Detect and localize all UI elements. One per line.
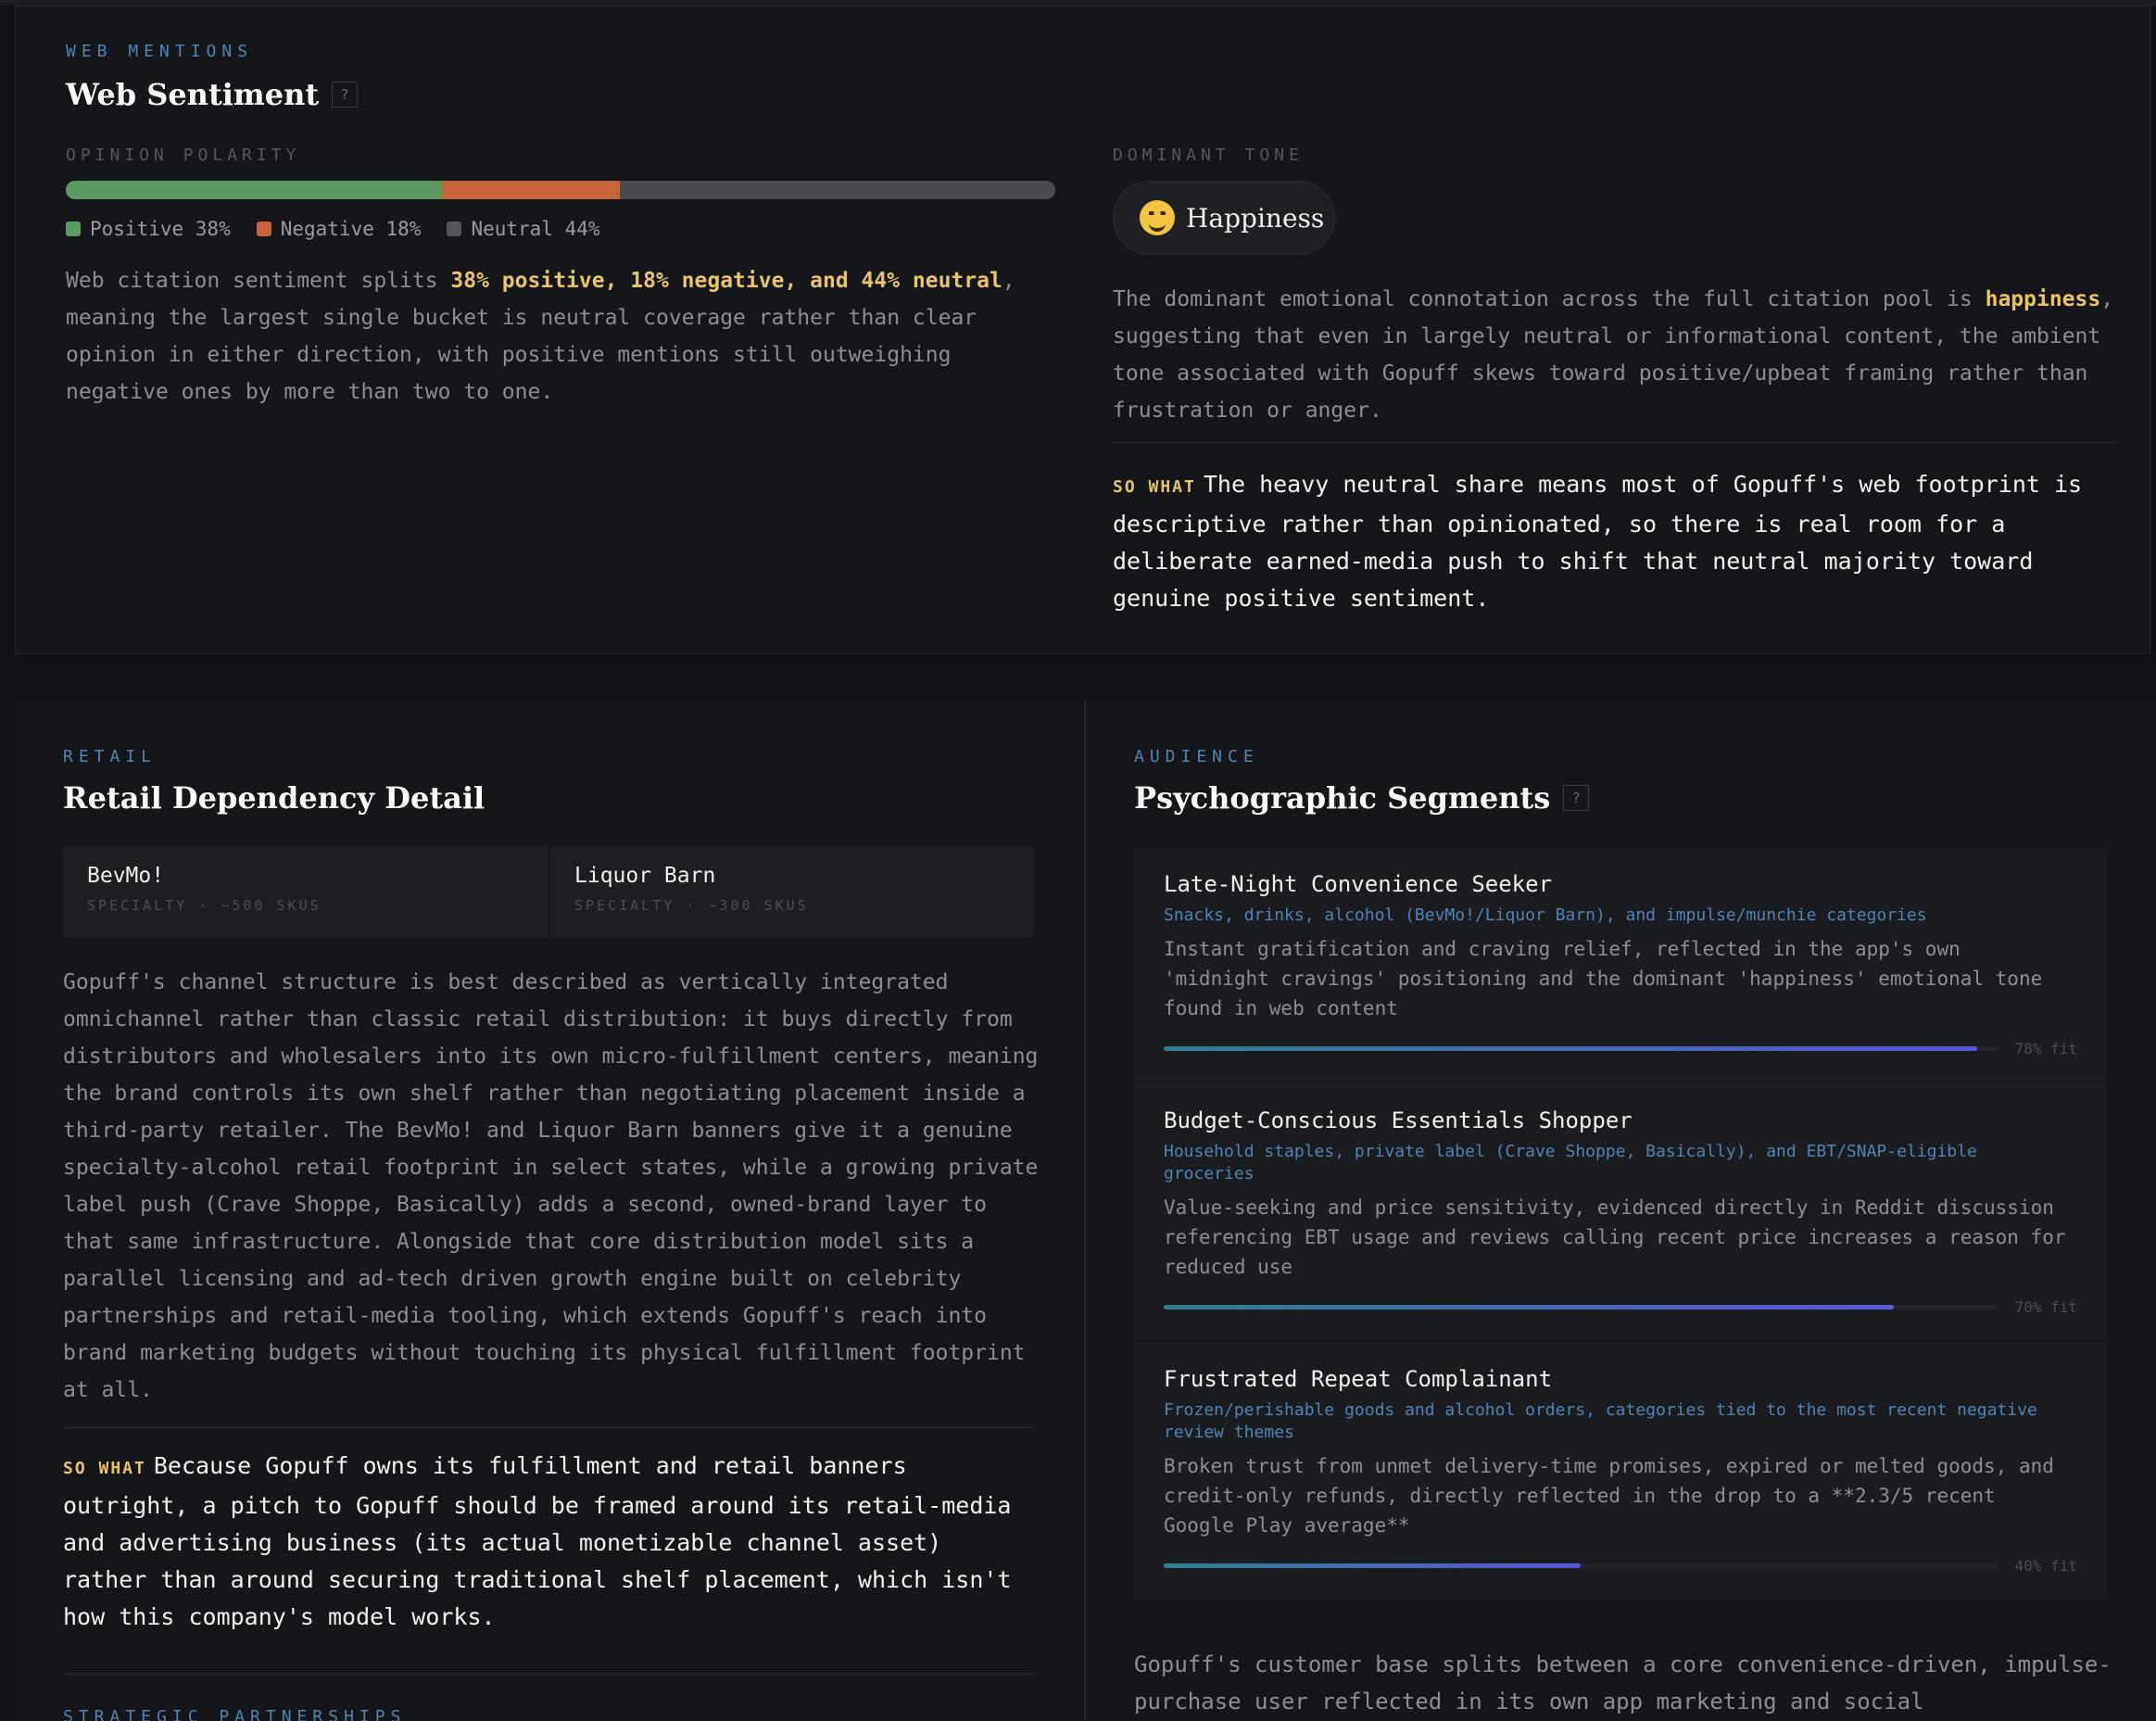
fit-row: 78% fit — [1164, 1040, 2077, 1057]
section-eyebrow: RETAIL — [63, 747, 158, 766]
summary-text-pre: Web citation sentiment splits — [66, 269, 451, 293]
segment-card: Frustrated Repeat Complainant Frozen/peri… — [1134, 1342, 2107, 1601]
fit-bar — [1164, 1305, 1998, 1310]
polarity-legend: Positive 38% Negative 18% Neutral 44% — [66, 218, 600, 240]
retail-dependency-card: RETAIL Retail Dependency Detail BevMo! S… — [15, 701, 1083, 1721]
section-eyebrow: AUDIENCE — [1134, 747, 1259, 766]
segment-categories: Snacks, drinks, alcohol (BevMo!/Liquor B… — [1164, 905, 1927, 925]
legend-label: Negative 18% — [280, 218, 422, 240]
brand-card-bevmo: BevMo! SPECIALTY · ~500 SKUS — [63, 847, 548, 938]
audience-summary: Gopuff's customer base splits between a … — [1134, 1651, 2112, 1715]
dominant-tone-value: Happiness — [1186, 202, 1325, 234]
fit-bar — [1164, 1563, 1998, 1568]
section-eyebrow: WEB MENTIONS — [66, 42, 254, 61]
fit-row: 70% fit — [1164, 1298, 2077, 1316]
opinion-polarity-bar — [66, 181, 1055, 199]
brand-card-liquor-barn: Liquor Barn SPECIALTY · ~300 SKUS — [550, 847, 1034, 938]
legend-swatch — [66, 221, 81, 236]
segment-card: Budget-Conscious Essentials Shopper House… — [1134, 1083, 2107, 1342]
divider — [63, 1674, 1036, 1675]
brand-meta: SPECIALTY · ~500 SKUS — [87, 897, 322, 914]
so-what-callout: SO WHAT Because Gopuff owns its fulfillme… — [63, 1448, 1036, 1636]
segment-list: Late-Night Convenience Seeker Snacks, dri… — [1134, 847, 2107, 1601]
smiling-face-icon — [1140, 200, 1175, 235]
tone-highlight: happiness — [1985, 287, 2101, 311]
legend-item-positive: Positive 38% — [66, 218, 231, 240]
divider — [1113, 442, 2115, 443]
section-title: Web Sentiment ? — [66, 77, 359, 112]
psychographic-segments-card: AUDIENCE Psychographic Segments ? Late-N… — [1084, 701, 2156, 1721]
psychographic-title: Psychographic Segments — [1134, 780, 1551, 816]
legend-swatch — [447, 221, 462, 236]
segment-card: Late-Night Convenience Seeker Snacks, dri… — [1134, 847, 2107, 1083]
help-icon[interactable]: ? — [332, 82, 359, 108]
legend-item-neutral: Neutral 44% — [447, 218, 600, 240]
brand-name: Liquor Barn — [574, 864, 716, 888]
fit-label: 78% fit — [2014, 1040, 2077, 1057]
fit-bar — [1164, 1046, 1998, 1051]
polarity-segment-negative — [441, 181, 621, 199]
brand-name: BevMo! — [87, 864, 165, 888]
web-sentiment-title: Web Sentiment — [66, 77, 320, 112]
section-title: Psychographic Segments ? — [1134, 780, 1590, 816]
tone-description: The dominant emotional connotation acros… — [1113, 281, 2132, 429]
retail-title: Retail Dependency Detail — [63, 780, 485, 816]
fit-label: 40% fit — [2014, 1557, 2077, 1575]
segment-categories: Frozen/perishable goods and alcohol orde… — [1164, 1400, 2037, 1442]
legend-item-negative: Negative 18% — [256, 218, 422, 240]
segment-description: Instant gratification and craving relief… — [1164, 938, 2043, 1019]
segment-description: Value-seeking and price sensitivity, evi… — [1164, 1196, 2066, 1278]
fit-bar-fill — [1164, 1046, 1978, 1051]
dominant-tone-pill: Happiness — [1113, 181, 1335, 255]
fit-row: 40% fit — [1164, 1557, 2077, 1575]
segment-categories: Household staples, private label (Crave … — [1164, 1142, 1977, 1183]
opinion-polarity-label: OPINION POLARITY — [66, 146, 301, 165]
summary-highlight: 38% positive, 18% negative, and 44% neut… — [450, 269, 1002, 293]
polarity-segment-neutral — [620, 181, 1055, 199]
strategic-partnerships-eyebrow: STRATEGIC PARTNERSHIPS — [63, 1707, 407, 1721]
tone-text-pre: The dominant emotional connotation acros… — [1113, 287, 1986, 311]
brand-meta: SPECIALTY · ~300 SKUS — [574, 897, 809, 914]
so-what-text: Because Gopuff owns its fulfillment and … — [63, 1452, 1012, 1630]
divider — [63, 1427, 1036, 1428]
retail-body: Gopuff's channel structure is best descr… — [63, 970, 1039, 1402]
fit-bar-fill — [1164, 1563, 1582, 1568]
polarity-segment-positive — [66, 181, 442, 199]
sentiment-summary: Web citation sentiment splits 38% positi… — [66, 262, 1048, 411]
so-what-text: The heavy neutral share means most of Go… — [1113, 471, 2083, 612]
legend-swatch — [256, 221, 271, 236]
fit-bar-fill — [1164, 1305, 1894, 1310]
dominant-tone-label: DOMINANT TONE — [1113, 146, 1304, 165]
so-what-tag: SO WHAT — [1113, 477, 1196, 497]
so-what-tag: SO WHAT — [63, 1459, 146, 1478]
segment-name: Late-Night Convenience Seeker — [1164, 871, 1553, 897]
legend-label: Neutral 44% — [471, 218, 600, 240]
segment-name: Frustrated Repeat Complainant — [1164, 1366, 1553, 1392]
section-title: Retail Dependency Detail — [63, 780, 485, 816]
web-sentiment-card: WEB MENTIONS Web Sentiment ? OPINION POL… — [15, 6, 2150, 654]
segment-description: Broken trust from unmet delivery-time pr… — [1164, 1455, 2054, 1537]
help-icon[interactable]: ? — [1563, 785, 1590, 811]
so-what-callout: SO WHAT The heavy neutral share means mos… — [1113, 466, 2123, 617]
fit-label: 70% fit — [2014, 1298, 2077, 1316]
legend-label: Positive 38% — [90, 218, 231, 240]
segment-name: Budget-Conscious Essentials Shopper — [1164, 1107, 1633, 1133]
